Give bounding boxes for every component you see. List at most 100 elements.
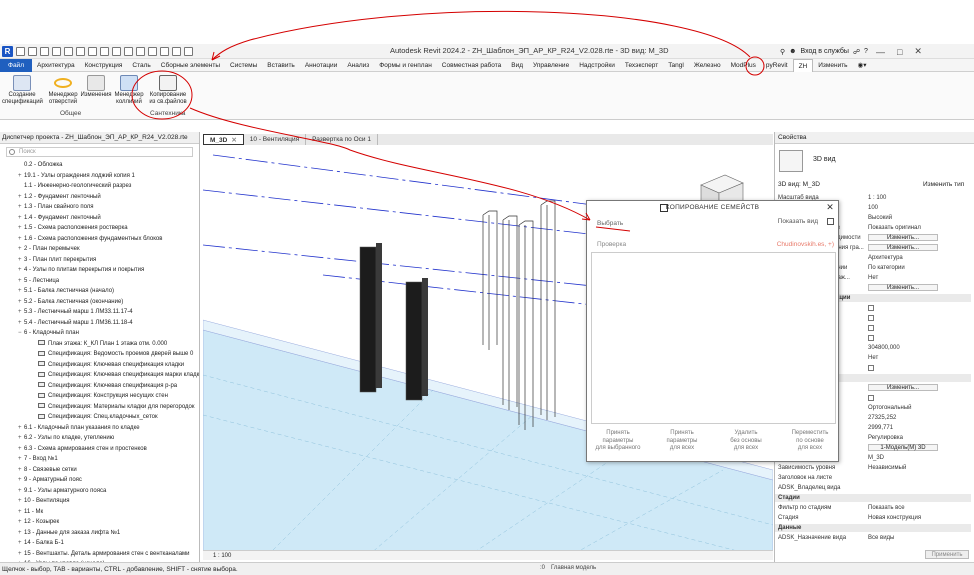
tab-massing[interactable]: Формы и генплан: [374, 59, 437, 72]
open-icon[interactable]: [16, 47, 25, 56]
property-value[interactable]: Регулировка: [868, 434, 903, 442]
family-list[interactable]: [591, 252, 836, 424]
close-hidden-icon[interactable]: [172, 47, 181, 56]
user-icon[interactable]: ☻: [789, 48, 796, 55]
browser-tree-item[interactable]: +1.4 - Фундамент ленточный: [0, 213, 199, 224]
undo-icon[interactable]: [52, 47, 61, 56]
tab-view-m3d[interactable]: M_3D ✕: [203, 134, 244, 145]
delete-without-host-button[interactable]: Удалить без основы для всех: [717, 430, 775, 453]
property-edit-button[interactable]: Изменить...: [868, 234, 938, 241]
property-value[interactable]: 304800,000: [868, 344, 900, 352]
dimension-icon[interactable]: [100, 47, 109, 56]
instance-selector[interactable]: 3D вид: M_3D: [778, 181, 820, 188]
browser-tree-item[interactable]: +5.1 - Балка лестничная (начало): [0, 286, 199, 297]
property-checkbox[interactable]: [868, 315, 874, 321]
browser-tree-item[interactable]: +1.6 - Схема расположения фундаментных б…: [0, 234, 199, 245]
openings-manager-button[interactable]: Менеджер отверстий: [46, 75, 80, 106]
print-icon[interactable]: [76, 47, 85, 56]
browser-tree-item[interactable]: 0.2 - Обложка: [0, 160, 199, 171]
tag-icon[interactable]: [112, 47, 121, 56]
browser-tree-item[interactable]: +10 - Вентиляция: [0, 496, 199, 507]
property-value[interactable]: Все виды: [868, 534, 894, 542]
property-checkbox[interactable]: [868, 395, 874, 401]
sync-icon[interactable]: [40, 47, 49, 56]
tab-modplus[interactable]: ModPlus: [726, 59, 761, 72]
tab-analyze[interactable]: Анализ: [342, 59, 374, 72]
browser-tree-item[interactable]: Спецификация: Ключевая спецификация клад…: [0, 360, 199, 371]
property-value[interactable]: Показать оригинал: [868, 224, 921, 232]
tab-addins[interactable]: Надстройки: [574, 59, 620, 72]
browser-tree-item[interactable]: +15 - Вентшахты. Деталь армирования стен…: [0, 549, 199, 560]
property-value[interactable]: Высокий: [868, 214, 892, 222]
browser-search-input[interactable]: Поиск: [6, 147, 193, 157]
section-icon[interactable]: [148, 47, 157, 56]
browser-tree-item[interactable]: −6 - Кладочный план: [0, 328, 199, 339]
column-1[interactable]: [359, 243, 382, 393]
browser-tree-item[interactable]: +1.5 - Схема расположения ростверка: [0, 223, 199, 234]
browser-tree-item[interactable]: +13 - Данные для заказа лифта №1: [0, 528, 199, 539]
view-scale[interactable]: 1 : 100: [213, 553, 231, 559]
thin-lines-icon[interactable]: [160, 47, 169, 56]
browser-tree-item[interactable]: +8 - Связевые сетки: [0, 465, 199, 476]
browser-tree-item[interactable]: +5.2 - Балка лестничная (окончание): [0, 297, 199, 308]
apply-selected-button[interactable]: Принять параметры для выбранного: [589, 430, 647, 453]
browser-tree-item[interactable]: Спецификация: Ключевая спецификация марк…: [0, 370, 199, 381]
tab-zh[interactable]: ZH: [792, 58, 814, 72]
tab-precast[interactable]: Сборные элементы: [156, 59, 225, 72]
close-window-button[interactable]: ✕: [910, 46, 926, 57]
property-value[interactable]: 100: [868, 204, 878, 212]
browser-tree-item[interactable]: Спецификация: Спец.кладочных_сеток: [0, 412, 199, 423]
close-icon[interactable]: ✕: [231, 135, 236, 144]
browser-tree-item[interactable]: +9.1 - Узлы арматурного пояса: [0, 486, 199, 497]
property-edit-button[interactable]: Изменить...: [868, 244, 938, 251]
tab-collaborate[interactable]: Совместная работа: [437, 59, 506, 72]
tab-architecture[interactable]: Архитектура: [32, 59, 80, 72]
tab-insert[interactable]: Вставить: [262, 59, 300, 72]
apply-button[interactable]: Применить: [925, 550, 969, 559]
browser-tree-item[interactable]: +14 - Балка Б-1: [0, 538, 199, 549]
property-edit-button[interactable]: Изменить...: [868, 384, 938, 391]
browser-tree-item[interactable]: +9 - Арматурный пояс: [0, 475, 199, 486]
property-value[interactable]: Нет: [868, 354, 878, 362]
browser-tree-item[interactable]: Спецификация: Материалы кладки для перег…: [0, 402, 199, 413]
tab-pyrevit[interactable]: pyRevit: [761, 59, 793, 72]
property-value[interactable]: Архитектура: [868, 254, 903, 262]
property-value[interactable]: Новая конструкция: [868, 514, 921, 522]
browser-tree-item[interactable]: Спецификация: Ведомость проемов дверей в…: [0, 349, 199, 360]
browser-tree-item[interactable]: +3 - План плит перекрытия: [0, 255, 199, 266]
tab-view-elevation[interactable]: Развертка по Оси 1: [306, 134, 378, 145]
redo-icon[interactable]: [64, 47, 73, 56]
main-model-label[interactable]: Главная модель: [551, 563, 596, 574]
login-link[interactable]: Вход в службы: [801, 48, 849, 55]
browser-tree-item[interactable]: +1.2 - Фундамент ленточный: [0, 192, 199, 203]
property-checkbox[interactable]: [868, 305, 874, 311]
tab-structure[interactable]: Конструкция: [80, 59, 128, 72]
tab-file[interactable]: Файл: [0, 58, 32, 72]
measure-icon[interactable]: [88, 47, 97, 56]
property-checkbox[interactable]: [868, 325, 874, 331]
edit-type-button[interactable]: Изменить тип: [923, 181, 964, 188]
property-value[interactable]: 2999,771: [868, 424, 893, 432]
browser-tree-item[interactable]: +5 - Лестница: [0, 276, 199, 287]
property-value[interactable]: Независимый: [868, 464, 906, 472]
property-value[interactable]: По категории: [868, 264, 905, 272]
create-schedules-button[interactable]: Создание спецификаций: [2, 75, 43, 106]
type-name[interactable]: 3D вид: [813, 156, 836, 163]
minimize-button[interactable]: —: [872, 47, 889, 57]
tab-techexpert[interactable]: Техэксперт: [620, 59, 663, 72]
browser-tree-item[interactable]: Спецификация: Ключевая спецификация р-ра: [0, 381, 199, 392]
tab-manage[interactable]: Управление: [528, 59, 574, 72]
browser-tree-item[interactable]: +11 - Мк: [0, 507, 199, 518]
maximize-button[interactable]: □: [893, 47, 906, 57]
revit-logo[interactable]: R: [2, 46, 13, 57]
property-value[interactable]: 27325,252: [868, 414, 896, 422]
ventilation-ducts[interactable]: [482, 200, 556, 430]
check-tab[interactable]: Проверка: [597, 241, 626, 248]
browser-tree-item[interactable]: +7 - Вход №1: [0, 454, 199, 465]
ribbon-options-icon[interactable]: ◉▾: [853, 59, 872, 72]
apply-all-button[interactable]: Принять параметры для всех: [653, 430, 711, 453]
tab-zhelezno[interactable]: Железно: [689, 59, 726, 72]
copy-from-files-button[interactable]: Копирование из св.файлов: [146, 75, 190, 106]
property-value[interactable]: Нет: [868, 274, 878, 282]
property-checkbox[interactable]: [868, 365, 874, 371]
